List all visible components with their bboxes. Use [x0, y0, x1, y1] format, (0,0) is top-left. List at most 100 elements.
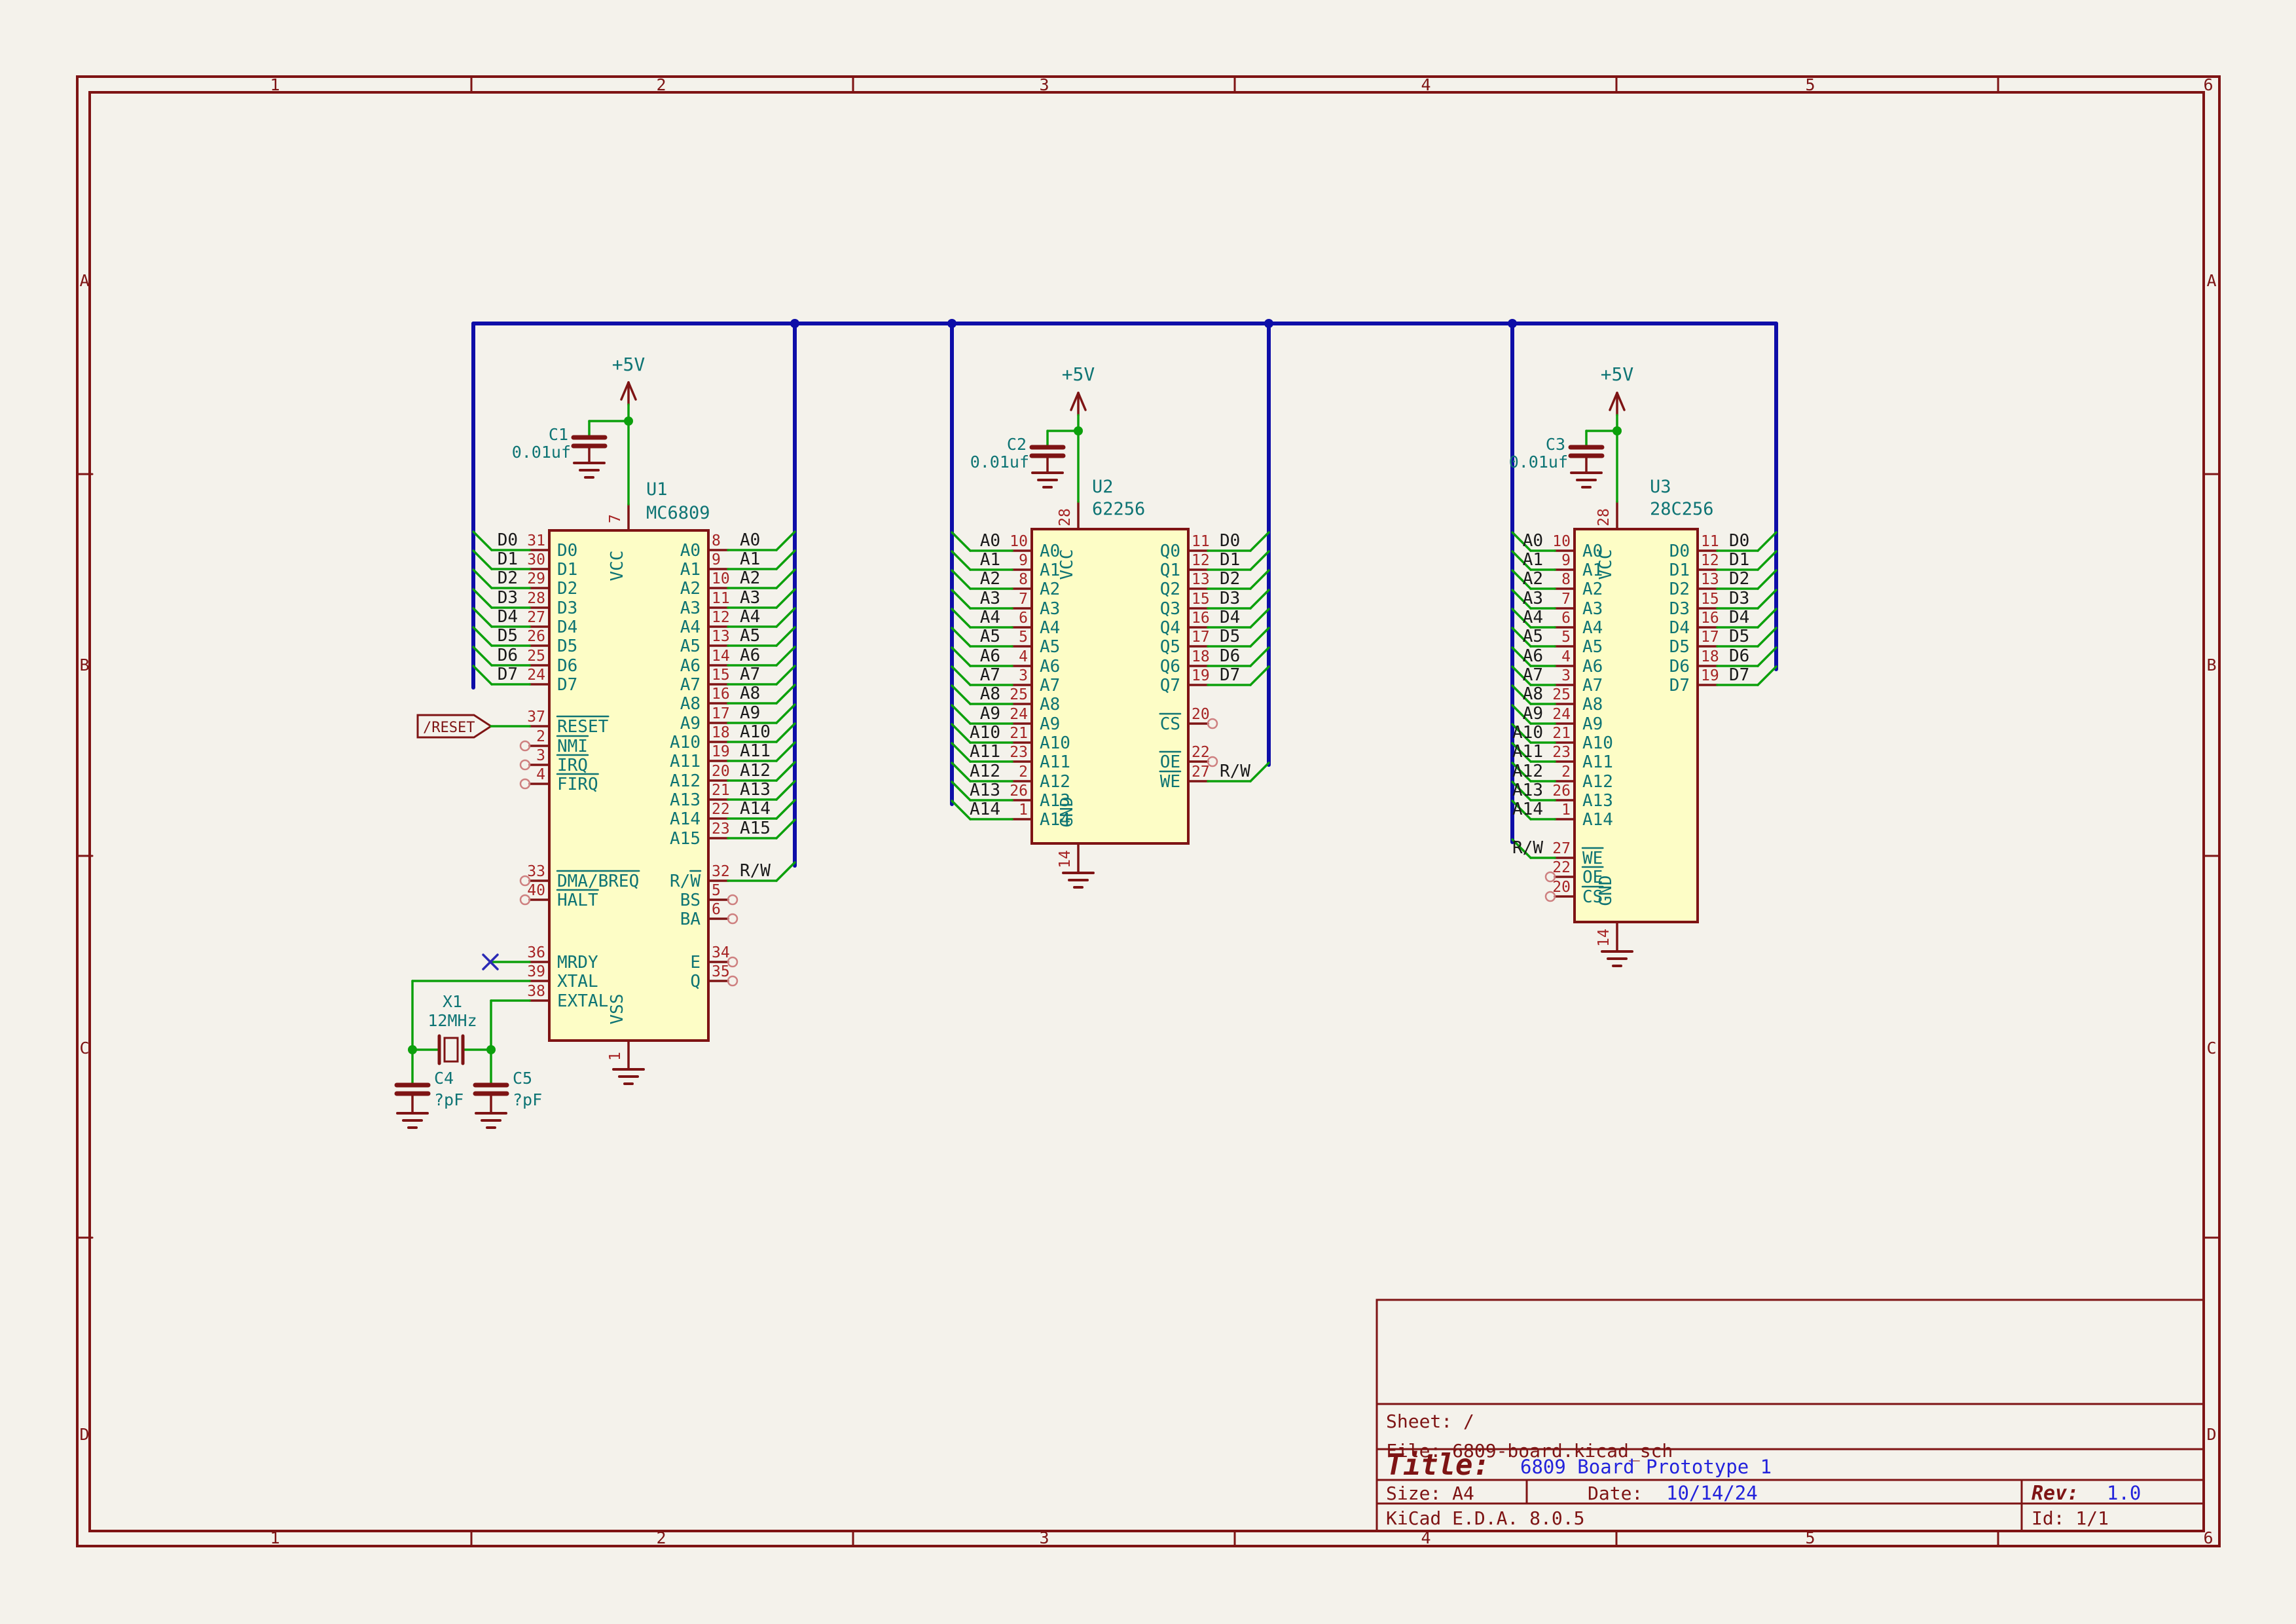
net-label[interactable]: A4 [980, 608, 1000, 627]
pin-name[interactable]: D4 [557, 618, 577, 637]
net-label[interactable]: A12 [1512, 762, 1543, 781]
net-label[interactable]: R/W [1220, 762, 1250, 781]
net-label[interactable]: D7 [498, 665, 518, 684]
pin-name[interactable]: Q [690, 972, 701, 991]
pin-name[interactable]: Q2 [1160, 580, 1180, 599]
pin-number[interactable]: 14 [712, 648, 730, 665]
net-label[interactable]: A2 [1523, 569, 1543, 589]
pin-number[interactable]: 13 [1192, 571, 1210, 588]
pin-number[interactable]: 10 [712, 570, 730, 587]
pin-number[interactable]: 6 [1019, 610, 1028, 627]
cap-reference[interactable]: C5 [513, 1069, 532, 1088]
net-label[interactable]: A11 [970, 742, 1000, 762]
pin-number[interactable]: 2 [1561, 764, 1571, 781]
pin-number[interactable]: 17 [1192, 629, 1210, 646]
pin-name[interactable]: A6 [1582, 657, 1603, 676]
pin-number[interactable]: 2 [1019, 764, 1028, 781]
pin-number[interactable]: 27 [1552, 840, 1571, 857]
pin-name[interactable]: A10 [1040, 733, 1070, 753]
net-label[interactable]: A2 [980, 569, 1000, 589]
pin-name[interactable]: HALT [557, 891, 598, 910]
net-label[interactable]: A7 [980, 665, 1000, 685]
pin-name[interactable]: VSS [608, 994, 627, 1025]
pin-number[interactable]: 6 [712, 901, 721, 918]
power-net-label[interactable]: +5V [1062, 363, 1095, 385]
cap-reference[interactable]: C4 [434, 1069, 454, 1088]
net-label[interactable]: A10 [970, 723, 1000, 743]
net-label[interactable]: D4 [498, 607, 518, 627]
net-label[interactable]: A0 [980, 531, 1000, 551]
pin-number[interactable]: 15 [1701, 591, 1719, 608]
pin-number[interactable]: 40 [527, 882, 545, 899]
pin-name[interactable]: A11 [1582, 752, 1613, 772]
cap-value[interactable]: ?pF [513, 1090, 542, 1109]
pin-name[interactable]: A2 [680, 579, 701, 599]
pin-name[interactable]: Q5 [1160, 637, 1180, 657]
pin-number[interactable]: 15 [1192, 591, 1210, 608]
pin-number[interactable]: 22 [1192, 744, 1210, 761]
pin-number[interactable]: 9 [712, 551, 721, 568]
cap-reference[interactable]: C3 [1546, 435, 1565, 454]
pin-number[interactable]: 16 [1192, 610, 1210, 627]
pin-number[interactable]: 27 [527, 609, 545, 626]
net-label[interactable]: A8 [740, 684, 760, 703]
net-label[interactable]: A1 [1523, 550, 1543, 570]
net-label[interactable]: D7 [1220, 665, 1240, 685]
pin-name[interactable]: D0 [1669, 542, 1690, 561]
net-label[interactable]: A13 [740, 780, 771, 800]
pin-number[interactable]: 24 [527, 667, 545, 684]
pin-name[interactable]: D7 [1669, 676, 1690, 695]
ic-value[interactable]: MC6809 [646, 503, 710, 523]
pin-name[interactable]: XTAL [557, 972, 598, 991]
pin-name[interactable]: A3 [1040, 599, 1060, 619]
pin-number[interactable]: 18 [1701, 648, 1719, 665]
pin-name[interactable]: A1 [1582, 561, 1603, 580]
pin-number[interactable]: 28 [1595, 508, 1613, 526]
pin-name[interactable]: A1 [680, 560, 701, 580]
ic-reference[interactable]: U3 [1650, 477, 1671, 497]
net-label[interactable]: D7 [1729, 665, 1749, 685]
net-label[interactable]: D5 [1220, 627, 1240, 646]
net-label[interactable]: A15 [740, 819, 771, 838]
pin-name[interactable]: A2 [1582, 580, 1603, 599]
pin-number[interactable]: 20 [712, 763, 730, 780]
pin-number[interactable]: 4 [1561, 648, 1571, 665]
net-label[interactable]: A7 [740, 665, 760, 684]
net-label[interactable]: D5 [498, 626, 518, 646]
pin-number[interactable]: 7 [1561, 591, 1571, 608]
net-label[interactable]: D6 [498, 646, 518, 665]
net-label[interactable]: A5 [980, 627, 1000, 646]
net-label[interactable]: A1 [740, 549, 760, 569]
pin-name[interactable]: A12 [670, 771, 701, 791]
pin-name[interactable]: A4 [1582, 618, 1603, 638]
pin-name[interactable]: Q7 [1160, 676, 1180, 695]
net-label[interactable]: A3 [740, 588, 760, 608]
pin-number[interactable]: 7 [1019, 591, 1028, 608]
pin-number[interactable]: 7 [607, 514, 624, 523]
pin-name[interactable]: A9 [680, 714, 701, 733]
pin-name[interactable]: A13 [1040, 791, 1070, 811]
ic-reference[interactable]: U1 [646, 479, 668, 500]
net-label[interactable]: A6 [980, 646, 1000, 666]
net-label[interactable]: D6 [1220, 646, 1240, 666]
pin-number[interactable]: 4 [1019, 648, 1028, 665]
net-label[interactable]: D6 [1729, 646, 1749, 666]
pin-name[interactable]: D1 [1669, 561, 1690, 580]
pin-name[interactable]: A11 [1040, 752, 1070, 772]
pin-name[interactable]: BS [680, 891, 701, 910]
ic-value[interactable]: 28C256 [1650, 499, 1714, 519]
pin-number[interactable]: 19 [712, 743, 730, 760]
pin-name[interactable]: RESET [557, 717, 609, 737]
pin-name[interactable]: A0 [680, 541, 701, 561]
pin-number[interactable]: 25 [1010, 686, 1028, 703]
pin-name[interactable]: A9 [1582, 714, 1603, 734]
pin-name[interactable]: VCC [1057, 549, 1077, 580]
pin-number[interactable]: 1 [1019, 802, 1028, 819]
pin-name[interactable]: D6 [1669, 657, 1690, 676]
pin-number[interactable]: 10 [1552, 533, 1571, 550]
pin-number[interactable]: 26 [527, 628, 545, 645]
pin-name[interactable]: D4 [1669, 618, 1690, 638]
pin-number[interactable]: 3 [1561, 667, 1571, 684]
pin-number[interactable]: 3 [1019, 667, 1028, 684]
pin-name[interactable]: A5 [1582, 637, 1603, 657]
